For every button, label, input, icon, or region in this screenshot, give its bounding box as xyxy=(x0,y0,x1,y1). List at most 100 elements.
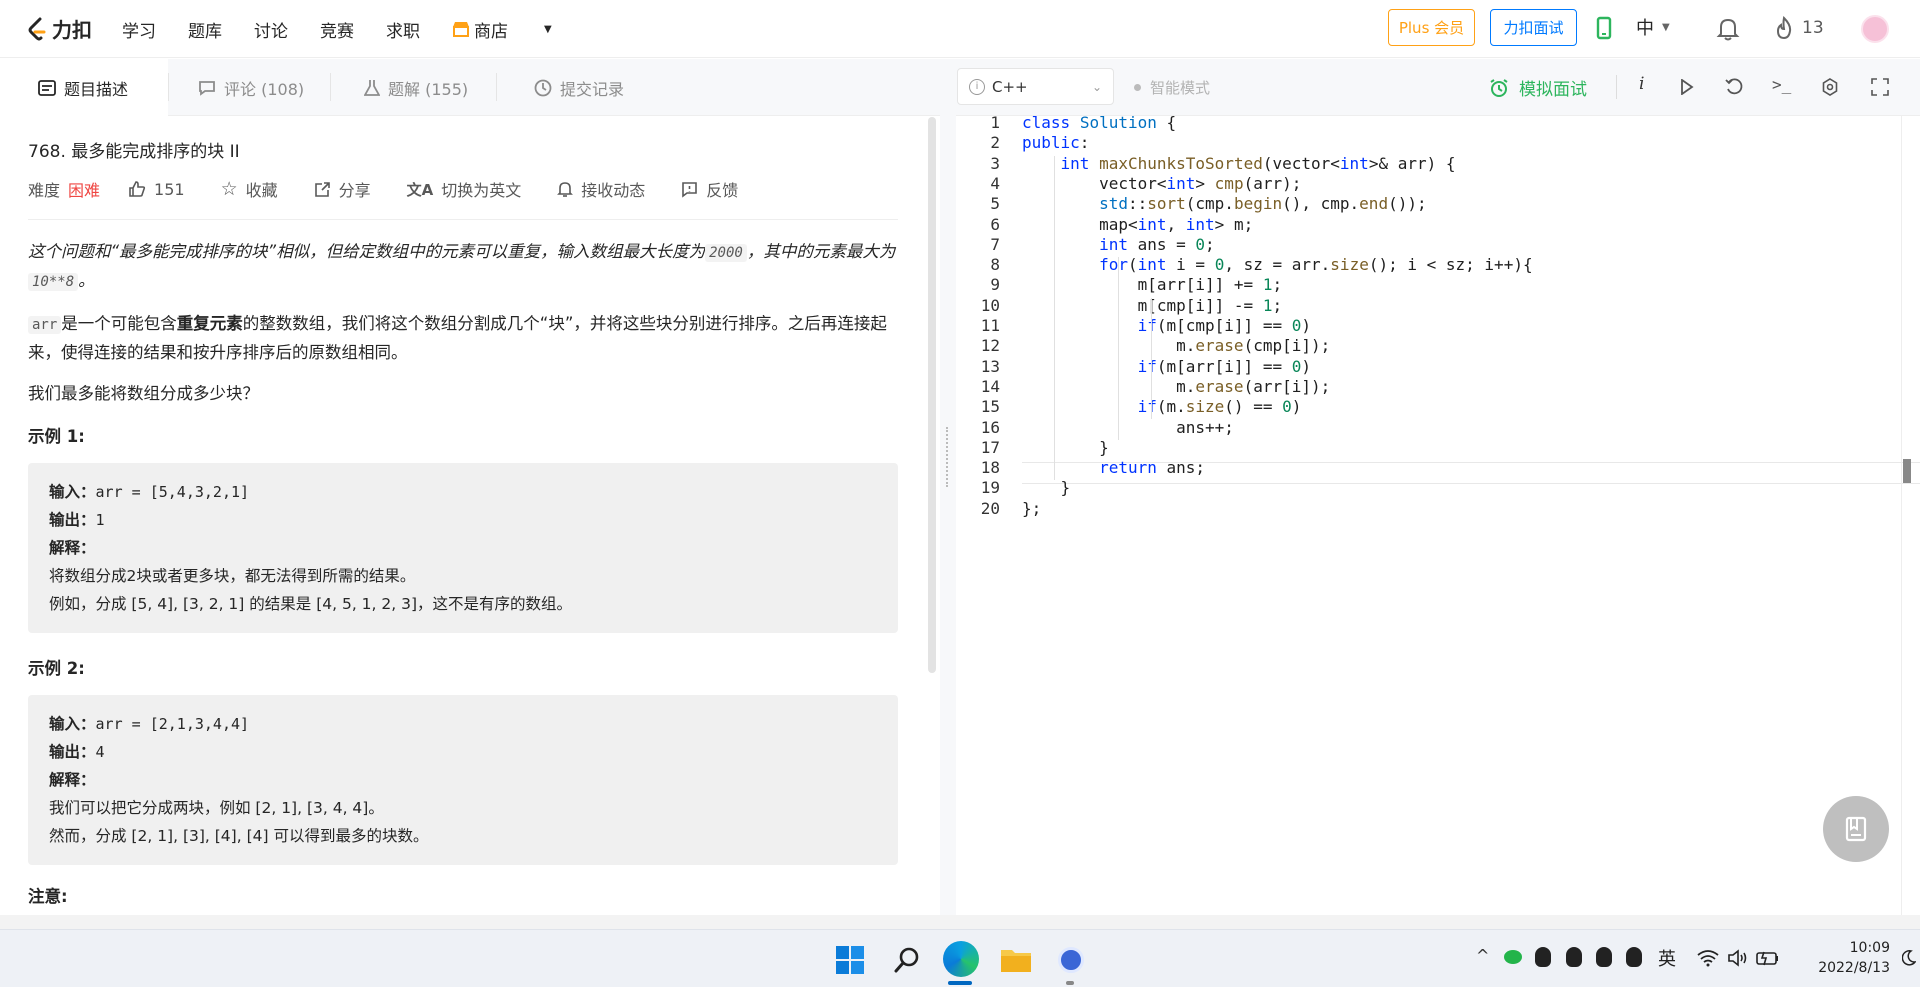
code-line[interactable]: } xyxy=(1022,478,1071,497)
feedback-button[interactable]: 反馈 xyxy=(681,177,738,201)
info-icon[interactable]: i xyxy=(1639,74,1644,94)
code-line[interactable]: m.erase(arr[i]); xyxy=(1022,377,1330,396)
qq-tray-icon[interactable] xyxy=(1566,947,1582,967)
code-line[interactable]: class Solution { xyxy=(1022,113,1176,132)
store-icon xyxy=(453,22,469,37)
line-number: 4 xyxy=(990,173,1000,193)
thumbs-up-icon xyxy=(129,181,146,197)
settings-icon[interactable] xyxy=(1821,78,1839,96)
nav-discuss[interactable]: 讨论 xyxy=(254,17,288,42)
explain-line: 然而，分成 [2, 1], [3], [4], [4] 可以得到最多的块数。 xyxy=(49,827,429,845)
active-app-indicator xyxy=(948,981,972,985)
example-2-title: 示例 2: xyxy=(28,659,85,678)
switch-english-button[interactable]: 文A 切换为英文 xyxy=(407,177,522,201)
code-line[interactable]: vector<int> cmp(arr); xyxy=(1022,174,1301,193)
console-icon[interactable]: >_ xyxy=(1772,75,1791,94)
subscribe-button[interactable]: 接收动态 xyxy=(557,177,645,201)
edge-browser-icon[interactable] xyxy=(943,941,979,977)
line-number: 3 xyxy=(990,153,1000,173)
split-handle[interactable] xyxy=(940,59,956,915)
smart-mode-toggle[interactable]: 智能模式 xyxy=(1134,77,1210,98)
favorite-label: 收藏 xyxy=(245,181,278,200)
code-line[interactable]: m.erase(cmp[i]); xyxy=(1022,336,1330,355)
tab-description[interactable]: 题目描述 xyxy=(0,59,168,117)
chevron-down-icon: ▼ xyxy=(544,23,552,35)
code-editor[interactable]: 1 class Solution {2 public: 3 int maxChunks… xyxy=(956,113,1920,916)
run-icon[interactable] xyxy=(1680,79,1694,95)
code-line[interactable]: if(m.size() == 0) xyxy=(1022,397,1302,416)
mobile-icon[interactable] xyxy=(1596,16,1612,40)
problem-scrollbar[interactable] xyxy=(928,117,936,673)
leetcode-logo-icon xyxy=(28,17,46,40)
reset-icon[interactable] xyxy=(1725,78,1743,96)
moon-icon[interactable] xyxy=(1902,950,1916,966)
code-line[interactable]: if(m[arr[i]] == 0) xyxy=(1022,357,1311,376)
nav-learn[interactable]: 学习 xyxy=(122,17,156,42)
ime-indicator[interactable]: 英 xyxy=(1658,945,1676,971)
battery-icon[interactable] xyxy=(1756,949,1780,967)
code-line[interactable]: m[cmp[i]] -= 1; xyxy=(1022,296,1283,315)
leetcode-interview-button[interactable]: 力扣面试 xyxy=(1490,9,1577,46)
wifi-icon[interactable] xyxy=(1697,949,1719,967)
code-line[interactable]: map<int, int> m; xyxy=(1022,215,1253,234)
mock-interview-button[interactable]: 模拟面试 xyxy=(1489,75,1587,100)
tab-submissions[interactable]: 提交记录 xyxy=(534,59,624,116)
tab-divider xyxy=(330,73,331,101)
search-icon[interactable] xyxy=(893,946,921,974)
code-line[interactable]: }; xyxy=(1022,499,1041,518)
language-select[interactable]: i C++ ⌄ xyxy=(957,68,1114,105)
code-line[interactable]: int ans = 0; xyxy=(1022,235,1215,254)
clock-icon xyxy=(534,79,552,96)
code-line[interactable]: int maxChunksToSorted(vector<int>& arr) … xyxy=(1022,154,1456,173)
line-number: 20 xyxy=(980,498,1000,518)
tab-solutions-label: 题解 (155) xyxy=(388,79,469,99)
inline-code: 2000 xyxy=(705,244,747,262)
file-explorer-icon[interactable] xyxy=(1000,946,1032,974)
indent-guide xyxy=(1151,297,1152,420)
toolbar-divider xyxy=(1616,75,1617,99)
tab-solutions[interactable]: 题解 (155) xyxy=(364,59,468,116)
nav-contest[interactable]: 竞赛 xyxy=(320,17,354,42)
bell-icon[interactable] xyxy=(1716,16,1740,42)
tab-comments[interactable]: 评论 (108) xyxy=(198,59,304,116)
drag-dots xyxy=(946,427,949,487)
speaker-icon[interactable] xyxy=(1727,949,1749,967)
streak-counter[interactable]: 13 xyxy=(1774,16,1824,40)
nav-jobs[interactable]: 求职 xyxy=(386,17,420,42)
language-value: C++ xyxy=(992,77,1028,96)
code-line[interactable]: for(int i = 0, sz = arr.size(); i < sz; … xyxy=(1022,255,1533,274)
code-line[interactable]: m[arr[i]] += 1; xyxy=(1022,275,1283,294)
nav-store[interactable]: 商店 ▼ xyxy=(452,17,584,42)
like-button[interactable]: 151 xyxy=(128,180,185,199)
app-icon[interactable] xyxy=(1058,947,1084,973)
code-line[interactable]: if(m[cmp[i]] == 0) xyxy=(1022,316,1311,335)
switch-english-label: 切换为英文 xyxy=(441,181,522,200)
line-number: 18 xyxy=(980,458,1000,478)
alarm-clock-icon xyxy=(1490,78,1508,97)
code-line[interactable]: public: xyxy=(1022,133,1089,152)
plus-member-button[interactable]: Plus 会员 xyxy=(1388,9,1475,46)
wechat-tray-icon[interactable] xyxy=(1504,950,1522,964)
code-line[interactable]: std::sort(cmp.begin(), cmp.end()); xyxy=(1022,194,1427,213)
share-button[interactable]: 分享 xyxy=(314,177,371,201)
chevron-up-icon[interactable]: ^ xyxy=(1476,946,1489,965)
tab-divider xyxy=(168,73,169,101)
language-switch[interactable]: 中 ▼ xyxy=(1636,14,1670,40)
nav-problems[interactable]: 题库 xyxy=(188,17,222,42)
leetcode-logo[interactable]: 力扣 xyxy=(26,14,92,43)
clock[interactable]: 10:09 2022/8/13 xyxy=(1790,938,1890,978)
windows-start-icon[interactable] xyxy=(836,946,864,974)
avatar[interactable] xyxy=(1861,15,1889,43)
qq-tray-icon[interactable] xyxy=(1626,947,1642,967)
qq-tray-icon[interactable] xyxy=(1535,947,1551,967)
problem-question: 我们最多能将数组分成多少块？ xyxy=(28,384,259,403)
code-line[interactable]: } xyxy=(1022,438,1109,457)
notes-floating-button[interactable] xyxy=(1823,796,1889,862)
dot-icon xyxy=(1134,84,1141,91)
favorite-button[interactable]: ☆ 收藏 xyxy=(221,177,278,201)
fullscreen-icon[interactable] xyxy=(1871,78,1889,96)
editor-scrollbar-marker[interactable] xyxy=(1903,459,1911,483)
code-line[interactable]: return ans; xyxy=(1022,458,1205,477)
problem-panel: 题目描述 评论 (108) 题解 (155) 提交记录 768. 最多能完成排序… xyxy=(0,59,940,915)
qq-tray-icon[interactable] xyxy=(1596,947,1612,967)
